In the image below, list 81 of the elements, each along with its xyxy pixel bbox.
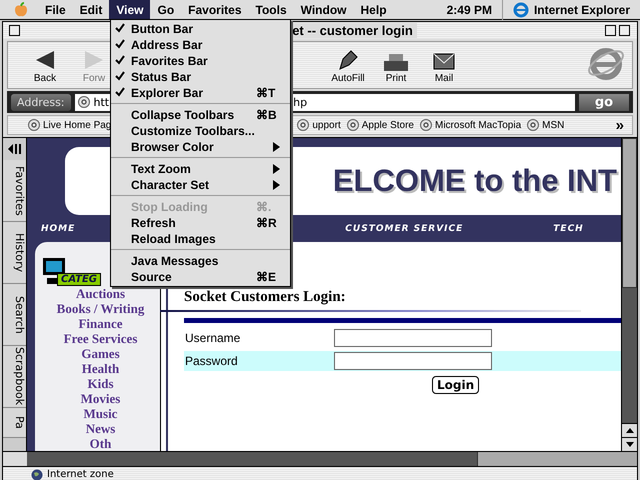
nav-link[interactable]: CUSTOMER SERVICE xyxy=(345,224,464,234)
category-link[interactable]: Music xyxy=(84,406,118,421)
category-link[interactable]: News xyxy=(86,421,116,436)
collapse-handle-icon[interactable] xyxy=(8,144,22,154)
shortcut-text: ⌘B xyxy=(256,108,278,122)
scroll-up-button[interactable] xyxy=(622,423,637,437)
menu-title[interactable]: Go xyxy=(150,0,182,19)
more-favorites-button[interactable]: » xyxy=(616,116,624,134)
menu-title[interactable]: Help xyxy=(354,0,394,19)
menu-item[interactable]: Character Set xyxy=(111,177,290,193)
toolbar-button[interactable]: Print xyxy=(372,53,420,84)
menu-item[interactable]: Customize Toolbars... xyxy=(111,123,290,139)
toolbar-button[interactable]: Mail xyxy=(420,51,468,84)
menu-title[interactable]: View xyxy=(109,0,150,19)
pen-icon xyxy=(337,49,359,71)
field-label: Password xyxy=(184,354,239,368)
category-link[interactable]: Health xyxy=(82,361,120,376)
menu-title[interactable]: Tools xyxy=(248,0,294,19)
scroll-down-button[interactable] xyxy=(622,437,637,451)
login-button[interactable]: Login xyxy=(432,376,480,394)
down-arrow-icon xyxy=(626,442,634,447)
favorite-link[interactable]: Microsoft MacTopia xyxy=(420,119,522,131)
browser-logo-icon xyxy=(512,2,529,18)
toolbar-button[interactable]: AutoFill xyxy=(324,49,372,84)
category-link[interactable]: Books / Writing xyxy=(56,301,144,316)
shortcut-text: ⌘R xyxy=(256,216,278,230)
window-buttons-icon[interactable] xyxy=(605,25,631,36)
menu-item[interactable]: Refresh ⌘R xyxy=(111,215,290,231)
explorer-tab[interactable]: Favorites xyxy=(3,160,26,222)
go-button[interactable]: go xyxy=(579,94,629,110)
explorer-tab[interactable]: Scrapbook xyxy=(3,346,26,408)
up-arrow-icon xyxy=(626,428,634,433)
menu-title[interactable]: Favorites xyxy=(181,0,249,19)
horizontal-scroll-thumb[interactable] xyxy=(477,452,637,466)
login-heading: Socket Customers Login: xyxy=(183,289,347,306)
banner-text: ELCOME to the INT xyxy=(332,163,618,199)
clock: 2:49 PM xyxy=(446,2,493,16)
envelope-icon xyxy=(433,51,455,71)
nav-link[interactable]: HOME xyxy=(41,224,76,234)
category-link[interactable]: Games xyxy=(81,346,120,361)
printer-icon xyxy=(383,53,409,71)
text-field[interactable] xyxy=(334,329,492,347)
explorer-tab[interactable]: Pa xyxy=(3,408,26,438)
shortcut-text: ⌘E xyxy=(256,270,278,284)
globe-icon xyxy=(31,468,43,480)
app-name: Internet Explorer xyxy=(534,2,630,16)
menu-item[interactable]: Explorer Bar ⌘T xyxy=(111,85,290,101)
category-link[interactable]: Free Services xyxy=(64,331,138,346)
status-text: Internet zone xyxy=(47,469,114,480)
field-label: Username xyxy=(184,331,242,345)
nav-link[interactable]: TECH xyxy=(553,224,584,234)
shortcut-text: ⌘. xyxy=(256,200,272,214)
favorite-link[interactable]: upport xyxy=(297,119,341,131)
menu-item[interactable]: Source ⌘E xyxy=(111,269,290,285)
menu-title[interactable]: Edit xyxy=(72,0,110,19)
menu-item[interactable]: Reload Images xyxy=(111,231,290,247)
category-link[interactable]: Oth xyxy=(90,436,112,451)
address-label: Address: xyxy=(11,94,71,110)
category-link[interactable]: Movies xyxy=(80,391,120,406)
back-arrow-icon xyxy=(34,49,56,71)
text-field[interactable] xyxy=(334,352,492,370)
close-box[interactable] xyxy=(9,25,20,36)
menu-item[interactable]: Browser Color xyxy=(111,139,290,155)
category-link[interactable]: Finance xyxy=(78,316,123,331)
menu-item[interactable]: Button Bar xyxy=(111,21,290,37)
category-link[interactable]: Kids xyxy=(87,376,114,391)
menu-item[interactable]: Java Messages xyxy=(111,253,290,269)
favorite-link[interactable]: Apple Store xyxy=(346,119,414,131)
scroll-thumb[interactable] xyxy=(622,138,637,288)
submenu-arrow-icon xyxy=(273,142,280,152)
menu-title[interactable]: File xyxy=(38,0,73,19)
forward-arrow-icon xyxy=(83,49,105,71)
favorite-link[interactable]: MSN xyxy=(527,119,564,131)
category-link[interactable]: Auctions xyxy=(76,286,126,301)
categories-logo-text: CATEG xyxy=(57,273,101,286)
toolbar-button[interactable]: Back xyxy=(20,49,70,84)
menu-item[interactable]: Text Zoom xyxy=(111,161,290,177)
explorer-tab[interactable]: History xyxy=(3,222,26,284)
app-menu[interactable]: Internet Explorer xyxy=(502,0,640,20)
menu-title[interactable]: Window xyxy=(294,0,354,19)
explorer-tab[interactable]: Search xyxy=(3,284,26,346)
